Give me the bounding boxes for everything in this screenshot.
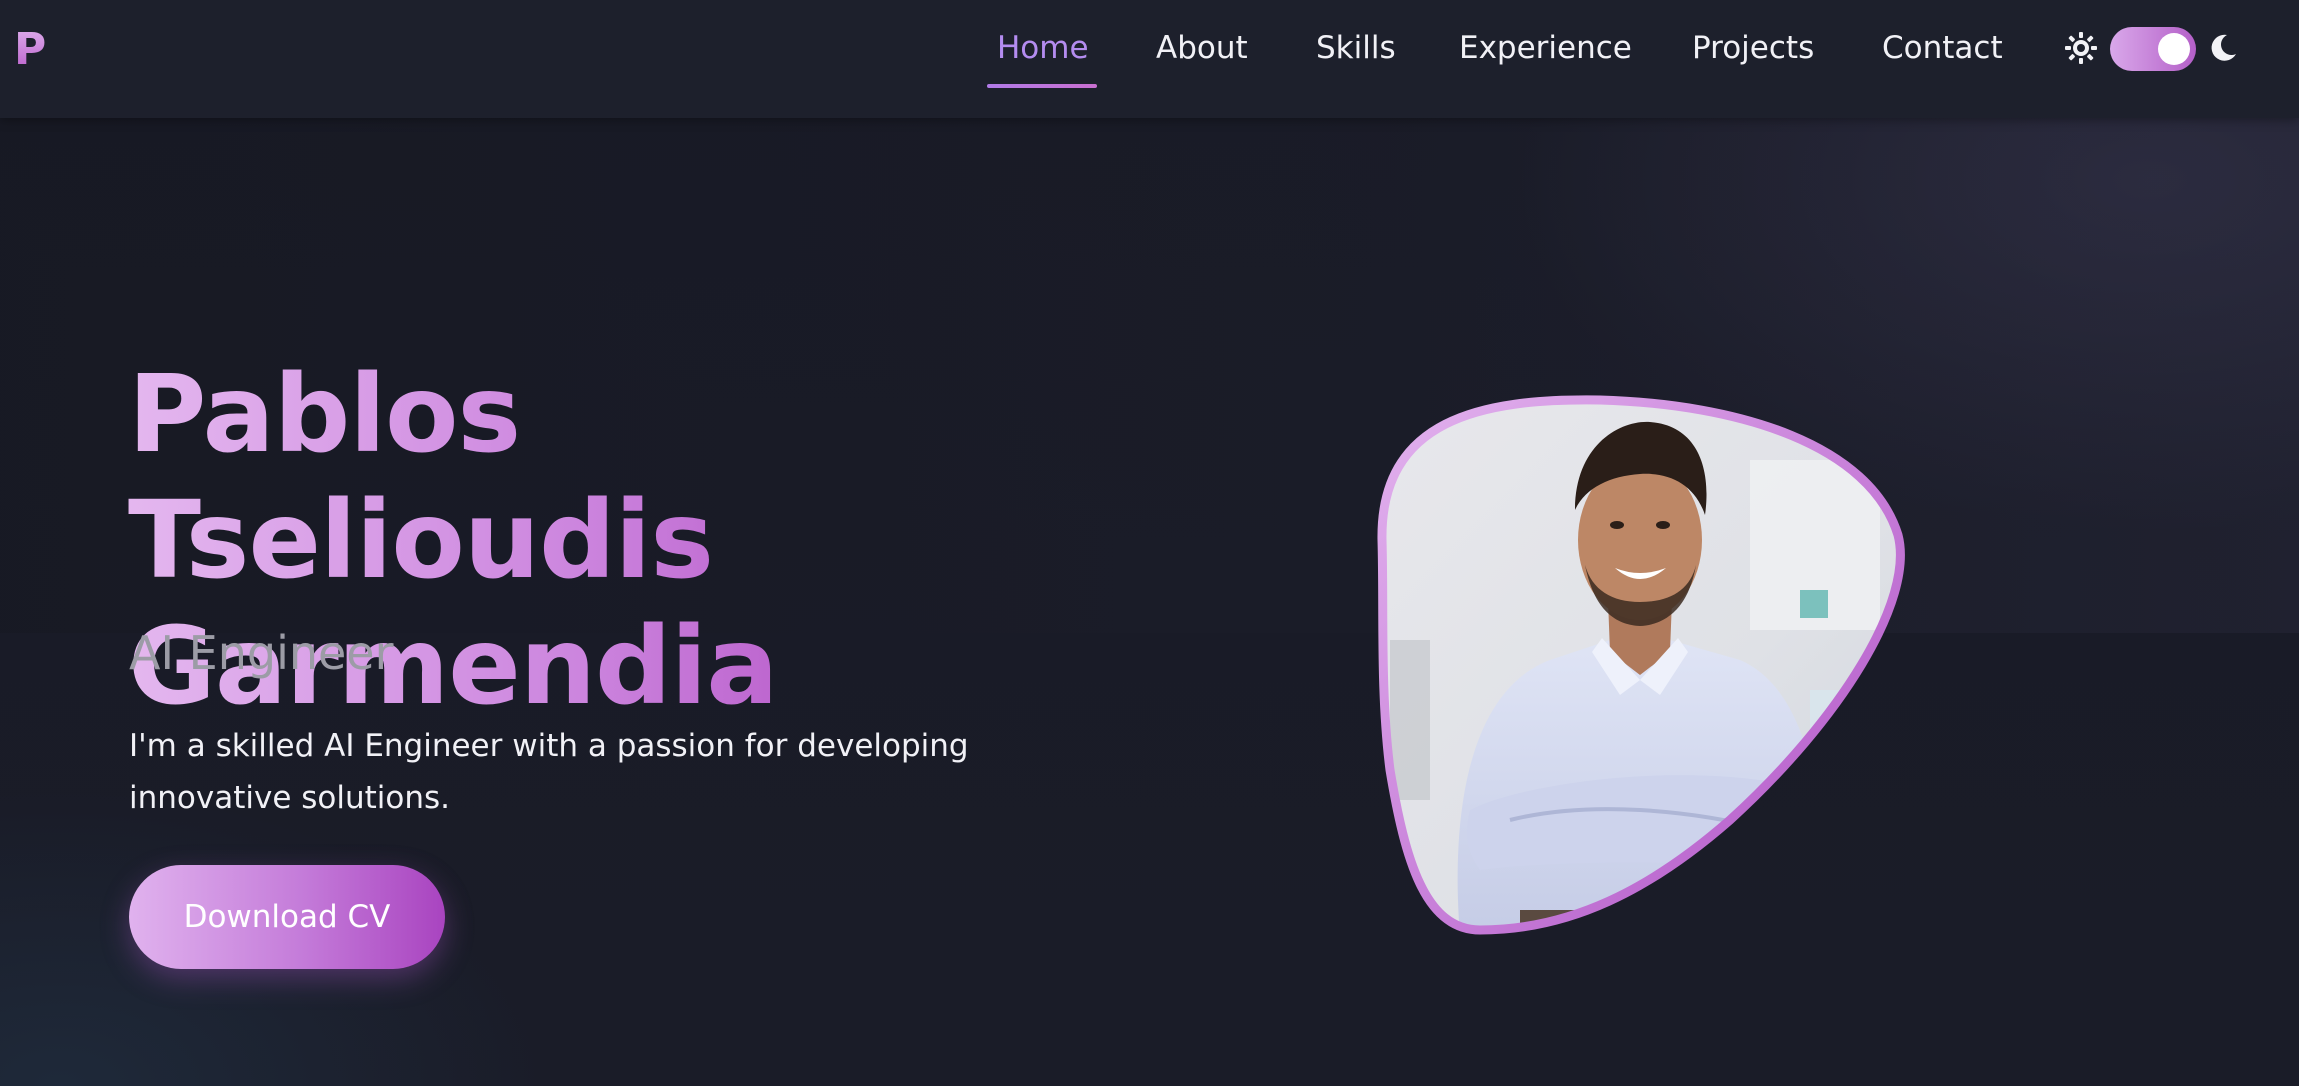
moon-icon (2211, 34, 2236, 61)
site-logo[interactable]: P (14, 24, 47, 75)
nav-item-home[interactable]: Home (997, 28, 1089, 76)
nav-item-skills[interactable]: Skills (1316, 28, 1396, 76)
portfolio-page: P Home About Skills Experience Projects … (0, 0, 2299, 1086)
hero-role: AI Engineer (129, 626, 394, 680)
theme-toggle-knob (2158, 33, 2190, 65)
profile-avatar (1377, 395, 1905, 935)
hero-description: I'm a skilled AI Engineer with a passion… (129, 728, 969, 816)
hero-name-line1: Pablos Tselioudis (128, 353, 714, 603)
nav-item-contact[interactable]: Contact (1882, 28, 2003, 76)
nav-active-underline (987, 84, 1097, 88)
nav-item-experience[interactable]: Experience (1459, 28, 1632, 76)
download-cv-button[interactable]: Download CV (129, 865, 445, 969)
nav-item-projects[interactable]: Projects (1692, 28, 1814, 76)
theme-toggle[interactable] (2110, 27, 2196, 71)
nav-item-about[interactable]: About (1156, 28, 1248, 76)
sun-icon (2065, 32, 2097, 64)
top-navbar: P Home About Skills Experience Projects … (0, 0, 2299, 118)
